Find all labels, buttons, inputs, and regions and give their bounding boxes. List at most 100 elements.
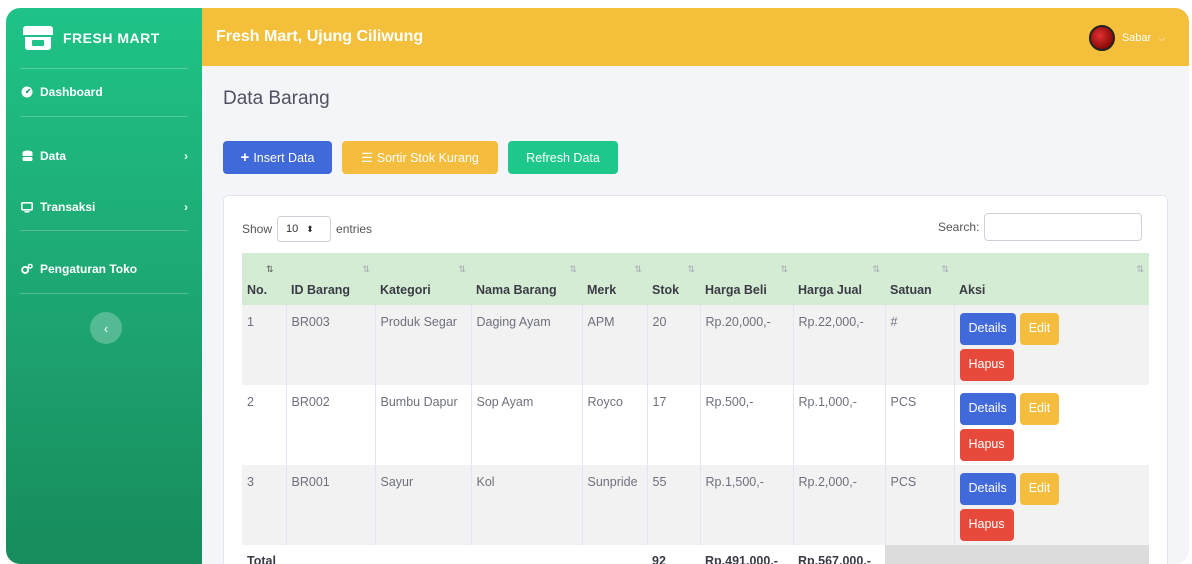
table-row: 3 BR001 Sayur Kol Sunpride 55 Rp.1,500,-… <box>242 465 1149 545</box>
total-empty <box>885 545 1149 564</box>
sort-icon: ⇅ <box>634 264 642 274</box>
edit-button[interactable]: Edit <box>1019 393 1060 425</box>
sidebar-item-pengaturan-toko[interactable]: Pengaturan Toko <box>6 257 202 281</box>
column-header-no[interactable]: ⇅ No. <box>242 253 286 305</box>
table-row: 2 BR002 Bumbu Dapur Sop Ayam Royco 17 Rp… <box>242 385 1149 465</box>
updown-icon: ⬍ <box>306 223 314 234</box>
sort-icon: ⇅ <box>780 264 788 274</box>
column-header-satuan[interactable]: ⇅ Satuan <box>885 253 954 305</box>
sort-icon: ⇅ <box>569 264 577 274</box>
sort-icon: ⇅ <box>266 264 274 274</box>
cell-harga-jual: Rp.2,000,- <box>792 465 885 545</box>
table-row: 1 BR003 Produk Segar Daging Ayam APM 20 … <box>242 305 1149 385</box>
cell-no: 1 <box>242 305 286 385</box>
column-header-kategori[interactable]: ⇅ Kategori <box>375 253 471 305</box>
page-title: Data Barang <box>223 88 330 109</box>
sidebar: FRESH MART Dashboard Data › Transaksi › <box>6 8 202 564</box>
sidebar-item-transaksi[interactable]: Transaksi › <box>6 195 202 219</box>
cell-merk: APM <box>581 305 647 385</box>
sort-icon: ⇅ <box>362 264 370 274</box>
search-label: Search: <box>938 220 980 234</box>
tachometer-icon <box>21 86 33 98</box>
insert-data-button[interactable]: + Insert Data <box>223 141 332 174</box>
cell-stok: 17 <box>646 385 700 465</box>
brand[interactable]: FRESH MART <box>6 8 202 68</box>
cell-stok: 55 <box>646 465 700 545</box>
sort-icon: ⇅ <box>941 264 949 274</box>
sidebar-item-data[interactable]: Data › <box>6 144 202 168</box>
cell-kategori: Produk Segar <box>374 305 471 385</box>
data-table: ⇅ No. ⇅ ID Barang ⇅ Kategori ⇅ Nama Barang ⇅… <box>242 253 1149 564</box>
details-button[interactable]: Details <box>959 313 1016 345</box>
gears-icon <box>21 263 33 275</box>
store-name: Fresh Mart, Ujung Ciliwung <box>216 28 424 45</box>
list-icon: ☰ <box>361 149 373 165</box>
entries-select[interactable]: 10 ⬍ <box>277 216 332 242</box>
cell-no: 3 <box>242 465 286 545</box>
topbar: Fresh Mart, Ujung Ciliwung Sabar ⌵ <box>202 8 1189 66</box>
cell-satuan: # <box>884 305 954 385</box>
sort-stock-button[interactable]: ☰ Sortir Stok Kurang <box>342 141 498 174</box>
search-input[interactable] <box>984 213 1143 241</box>
delete-button[interactable]: Hapus <box>959 429 1014 461</box>
cell-id: BR001 <box>285 465 375 545</box>
entries-value: 10 <box>286 223 299 235</box>
sidebar-item-dashboard[interactable]: Dashboard <box>6 80 202 104</box>
refresh-data-button[interactable]: Refresh Data <box>508 141 618 174</box>
cell-nama: Daging Ayam <box>470 305 582 385</box>
user-name: Sabar <box>1121 32 1152 44</box>
refresh-data-label: Refresh Data <box>526 150 600 165</box>
column-header-stok[interactable]: ⇅ Stok <box>647 253 700 305</box>
database-icon <box>21 150 33 162</box>
edit-button[interactable]: Edit <box>1019 473 1060 505</box>
show-label: Show <box>242 222 273 236</box>
cell-id: BR003 <box>285 305 375 385</box>
delete-button[interactable]: Hapus <box>959 349 1014 381</box>
total-harga-jual: Rp.567,000,- <box>793 545 885 564</box>
cell-harga-beli: Rp.500,- <box>699 385 793 465</box>
total-harga-beli: Rp.491,000,- <box>700 545 793 564</box>
chevron-right-icon: › <box>184 149 188 163</box>
store-icon <box>23 26 53 50</box>
user-menu[interactable]: Sabar ⌵ <box>1088 25 1165 51</box>
column-header-aksi[interactable]: ⇅ Aksi <box>954 253 1149 305</box>
insert-data-label: Insert Data <box>253 150 315 165</box>
column-header-harga-jual[interactable]: ⇅ Harga Jual <box>793 253 885 305</box>
sidebar-divider <box>20 230 188 231</box>
details-button[interactable]: Details <box>959 473 1016 505</box>
cell-aksi: Details Edit Hapus <box>953 465 1149 545</box>
sort-icon: ⇅ <box>687 264 695 274</box>
cell-satuan: PCS <box>884 385 954 465</box>
details-button[interactable]: Details <box>959 393 1016 425</box>
sidebar-item-label: Pengaturan Toko <box>40 262 138 276</box>
cell-id: BR002 <box>285 385 375 465</box>
monitor-icon <box>21 201 33 213</box>
cell-harga-jual: Rp.1,000,- <box>792 385 885 465</box>
avatar <box>1088 25 1115 51</box>
column-header-merk[interactable]: ⇅ Merk <box>582 253 647 305</box>
edit-button[interactable]: Edit <box>1019 313 1060 345</box>
table-header-row: ⇅ No. ⇅ ID Barang ⇅ Kategori ⇅ Nama Barang ⇅… <box>242 253 1149 305</box>
sidebar-item-label: Dashboard <box>40 85 103 99</box>
cell-harga-beli: Rp.1,500,- <box>699 465 793 545</box>
cell-aksi: Details Edit Hapus <box>953 385 1149 465</box>
sidebar-toggle-button[interactable]: ‹ <box>90 312 122 344</box>
chevron-right-icon: › <box>184 200 188 214</box>
app-window: FRESH MART Dashboard Data › Transaksi › <box>6 8 1189 564</box>
chevron-left-icon: ‹ <box>103 320 109 336</box>
sort-icon: ⇅ <box>1136 264 1144 274</box>
sort-icon: ⇅ <box>458 264 466 274</box>
column-header-harga-beli[interactable]: ⇅ Harga Beli <box>700 253 793 305</box>
sidebar-item-label: Transaksi <box>40 200 96 214</box>
column-header-id-barang[interactable]: ⇅ ID Barang <box>286 253 375 305</box>
entries-label: entries <box>336 222 373 236</box>
cell-nama: Sop Ayam <box>470 385 582 465</box>
search-control: Search: <box>938 213 1143 241</box>
sort-icon: ⇅ <box>872 264 880 274</box>
cell-aksi: Details Edit Hapus <box>953 305 1149 385</box>
cell-no: 2 <box>242 385 286 465</box>
cell-stok: 20 <box>646 305 700 385</box>
delete-button[interactable]: Hapus <box>959 509 1014 541</box>
cell-merk: Royco <box>581 385 647 465</box>
column-header-nama-barang[interactable]: ⇅ Nama Barang <box>471 253 582 305</box>
